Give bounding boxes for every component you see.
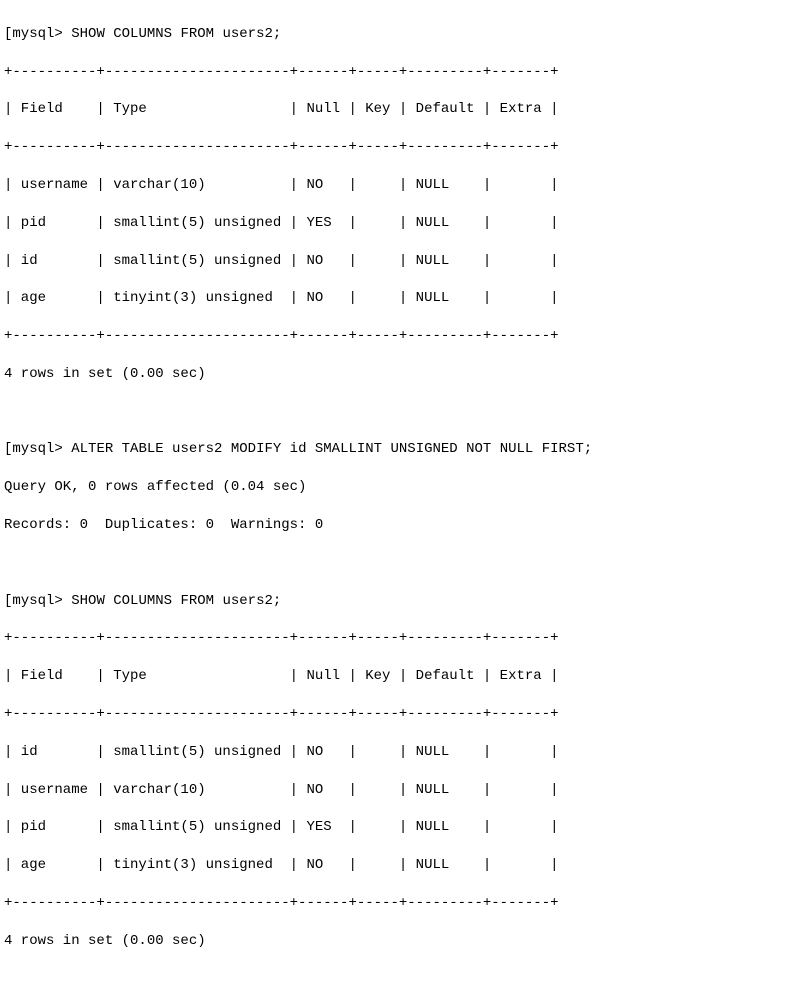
sql-command: ALTER TABLE users2 MODIFY id SMALLINT UN… [71, 441, 592, 457]
table-border: +----------+----------------------+-----… [4, 138, 802, 157]
prompt-line-1: [mysql> SHOW COLUMNS FROM users2; [4, 25, 802, 44]
prompt-line-2: [mysql> ALTER TABLE users2 MODIFY id SMA… [4, 440, 802, 459]
table-row: | pid | smallint(5) unsigned | YES | | N… [4, 214, 802, 233]
table-row: | id | smallint(5) unsigned | NO | | NUL… [4, 252, 802, 271]
table-row: | age | tinyint(3) unsigned | NO | | NUL… [4, 856, 802, 875]
table-border: +----------+----------------------+-----… [4, 894, 802, 913]
table-row: | username | varchar(10) | NO | | NULL |… [4, 781, 802, 800]
table-row: | age | tinyint(3) unsigned | NO | | NUL… [4, 289, 802, 308]
prompt-bracket: [ [4, 593, 12, 609]
prompt-line-3: [mysql> SHOW COLUMNS FROM users2; [4, 592, 802, 611]
result-summary: 4 rows in set (0.00 sec) [4, 365, 802, 384]
query-result: Query OK, 0 rows affected (0.04 sec) [4, 478, 802, 497]
table-border: +----------+----------------------+-----… [4, 629, 802, 648]
blank-line [4, 403, 802, 422]
query-records: Records: 0 Duplicates: 0 Warnings: 0 [4, 516, 802, 535]
table-border: +----------+----------------------+-----… [4, 327, 802, 346]
table-row: | pid | smallint(5) unsigned | YES | | N… [4, 818, 802, 837]
table-border: +----------+----------------------+-----… [4, 705, 802, 724]
table-row: | username | varchar(10) | NO | | NULL |… [4, 176, 802, 195]
table-row: | id | smallint(5) unsigned | NO | | NUL… [4, 743, 802, 762]
blank-line [4, 554, 802, 573]
result-summary-partial: 4 rows in set (0.00 sec) [4, 932, 802, 951]
prompt-text: mysql> [12, 441, 62, 457]
terminal-output: [mysql> SHOW COLUMNS FROM users2; +-----… [4, 25, 802, 951]
prompt-text: mysql> [12, 26, 62, 42]
sql-command: SHOW COLUMNS FROM users2; [71, 593, 281, 609]
prompt-text: mysql> [12, 593, 62, 609]
table-header: | Field | Type | Null | Key | Default | … [4, 100, 802, 119]
table-header: | Field | Type | Null | Key | Default | … [4, 667, 802, 686]
table-border: +----------+----------------------+-----… [4, 63, 802, 82]
sql-command: SHOW COLUMNS FROM users2; [71, 26, 281, 42]
